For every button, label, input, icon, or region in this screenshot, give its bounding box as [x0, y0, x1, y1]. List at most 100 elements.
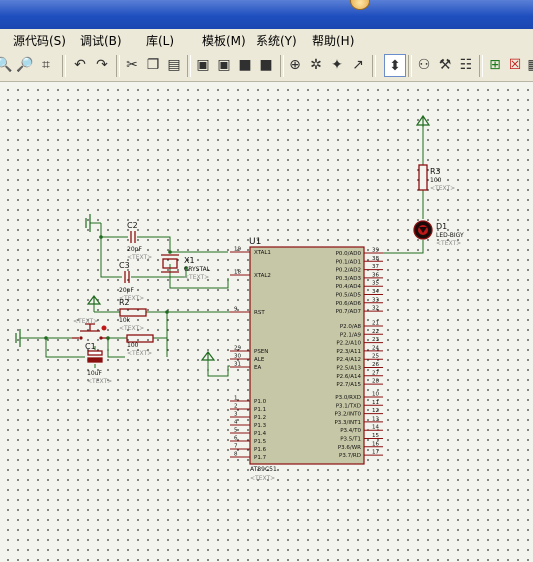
u1-pin-number: 10: [372, 392, 379, 398]
menu-source[interactable]: 源代码(S): [13, 32, 66, 49]
resistor-r3[interactable]: [418, 164, 428, 191]
u1-pin-number: 2: [234, 404, 238, 410]
u1-pin-number: 25: [372, 354, 379, 360]
schematic-drawing: 19 XTAL1 18 XTAL2 9 RST 29 PSEN 30 ALE 31 EA 1 P1.0 2 P…: [15, 114, 464, 482]
toolbar-separator: [372, 55, 376, 77]
u1-pin-name: P0.4/AD4: [336, 284, 362, 290]
u1-pin-number: 38: [372, 256, 379, 262]
x1-text-label: <TEXT>: [184, 274, 209, 281]
switch-text-label: <TEXT>: [73, 318, 98, 325]
bill-of-materials-icon[interactable]: ☷: [456, 55, 476, 75]
u1-pin-number: 35: [372, 281, 379, 287]
capacitor-c2[interactable]: [130, 231, 136, 243]
u1-pin-name: P3.7/RD: [339, 453, 361, 459]
u1-pin-name: P1.5: [254, 439, 267, 445]
resistor-r2[interactable]: [119, 308, 147, 317]
x1-ref-label: X1: [184, 256, 195, 265]
zoom-out-icon[interactable]: 🔎: [15, 55, 35, 75]
u1-pin-number: 11: [372, 400, 379, 406]
undo-icon[interactable]: ↶: [70, 55, 90, 75]
u1-pin-name: P0.7/AD7: [336, 309, 362, 315]
block-move-icon[interactable]: ▣: [214, 55, 234, 75]
zoom-area-icon[interactable]: ⌗: [36, 55, 56, 75]
c1-text-label: <TEXT>: [87, 378, 112, 385]
d1-text-label: <TEXT>: [436, 240, 461, 247]
toolbar-separator: [187, 55, 191, 77]
r2-text-label: <TEXT>: [119, 325, 144, 332]
u1-pin-name: XTAL1: [254, 250, 271, 256]
switch-contact-icon: [101, 325, 107, 331]
decompose-icon[interactable]: ↗: [348, 55, 368, 75]
search-tag-icon[interactable]: ⚇: [414, 55, 434, 75]
u1-pin-name: P1.1: [254, 407, 266, 413]
menu-help[interactable]: 帮助(H): [312, 32, 354, 49]
resistor-r1[interactable]: [126, 334, 154, 343]
c2-value-label: 20pF: [127, 246, 142, 253]
copy-icon[interactable]: ❐: [143, 55, 163, 75]
new-sheet-icon[interactable]: ⊞: [485, 55, 505, 75]
paste-icon[interactable]: ▤: [164, 55, 184, 75]
u1-pin-name: P3.4/T0: [340, 428, 361, 434]
u1-pin-number: 12: [372, 408, 379, 414]
schematic-canvas[interactable]: 19 XTAL1 18 XTAL2 9 RST 29 PSEN 30 ALE 31 EA 1 P1.0 2 P…: [0, 82, 533, 562]
microcontroller-u1[interactable]: 19 XTAL1 18 XTAL2 9 RST 29 PSEN 30 ALE 31 EA 1 P1.0 2 P…: [230, 246, 383, 465]
u1-pin-number: 37: [372, 264, 379, 270]
x1-value-label: CRYSTAL: [184, 266, 211, 273]
c1-value-label: 10uF: [87, 370, 102, 377]
u1-pin-number: 1: [234, 396, 238, 402]
menu-debug[interactable]: 调试(B): [80, 32, 122, 49]
menu-template[interactable]: 模板(M): [202, 32, 246, 49]
block-rotate-icon[interactable]: ■: [235, 55, 255, 75]
zoom-in-icon[interactable]: 🔍: [0, 55, 14, 75]
u1-pin-name: P1.7: [254, 455, 267, 461]
remove-sheet-icon[interactable]: ☒: [505, 55, 525, 75]
c3-value-label: 20pF: [119, 287, 134, 294]
u1-pin-name: P2.7/A15: [336, 382, 361, 388]
cut-icon[interactable]: ✂: [122, 55, 142, 75]
u1-pin-number: 3: [234, 412, 238, 418]
u1-pin-name: P3.0/RXD: [335, 395, 361, 401]
block-copy-icon[interactable]: ▣: [193, 55, 213, 75]
menu-bar: 源代码(S) 调试(B) 库(L) 模板(M) 系统(Y) 帮助(H): [0, 29, 533, 52]
u1-pin-number: 13: [372, 416, 379, 422]
r1-text-label: <TEXT>: [127, 350, 152, 357]
pick-device-icon[interactable]: ⊕: [285, 55, 305, 75]
u1-pin-number: 15: [372, 433, 379, 439]
u1-pin-name: P2.5/A13: [336, 366, 361, 372]
u1-part-label: AT89C51: [250, 466, 277, 473]
menu-system[interactable]: 系统(Y): [256, 32, 297, 49]
u1-pin-name: P0.0/AD0: [336, 251, 362, 257]
capacitor-c1[interactable]: [87, 350, 103, 363]
toolbar-separator: [408, 55, 412, 77]
power-arrow-icon: [415, 114, 431, 127]
block-delete-icon[interactable]: ■: [256, 55, 276, 75]
power-arrow-icon: [86, 295, 102, 305]
u1-pin-name: P1.6: [254, 447, 267, 453]
wire-autoroute-icon[interactable]: ⬍: [384, 54, 406, 77]
toolbar-separator: [280, 55, 284, 77]
redo-icon[interactable]: ↷: [92, 55, 112, 75]
r3-value-label: 100: [430, 177, 442, 184]
goto-sheet-icon[interactable]: ▦: [524, 55, 533, 75]
u1-pin-name: P2.1/A9: [340, 332, 362, 338]
u1-pin-name: P1.4: [254, 431, 267, 437]
u1-pin-number: 30: [234, 354, 241, 360]
toolbar-separator: [479, 55, 483, 77]
u1-pin-name: RST: [254, 310, 265, 316]
u1-text-label: <TEXT>: [250, 475, 275, 482]
u1-pin-name: P3.6/WR: [338, 445, 361, 451]
u1-pin-name: P3.3/INT1: [334, 420, 361, 426]
package-tool-icon[interactable]: ✦: [327, 55, 347, 75]
menu-library[interactable]: 库(L): [146, 32, 174, 49]
u1-pin-name: P0.5/AD5: [336, 293, 362, 299]
make-device-icon[interactable]: ✲: [306, 55, 326, 75]
u1-pin-number: 32: [372, 306, 379, 312]
u1-pin-number: 6: [234, 436, 238, 442]
property-assign-icon[interactable]: ⚒: [435, 55, 455, 75]
capacitor-c3[interactable]: [124, 271, 130, 283]
title-orb-icon: [350, 0, 370, 10]
u1-pin-number: 5: [234, 428, 238, 434]
u1-pin-name: P2.0/A8: [340, 324, 362, 330]
led-d1[interactable]: [413, 220, 433, 240]
toolbar-separator: [62, 55, 66, 77]
